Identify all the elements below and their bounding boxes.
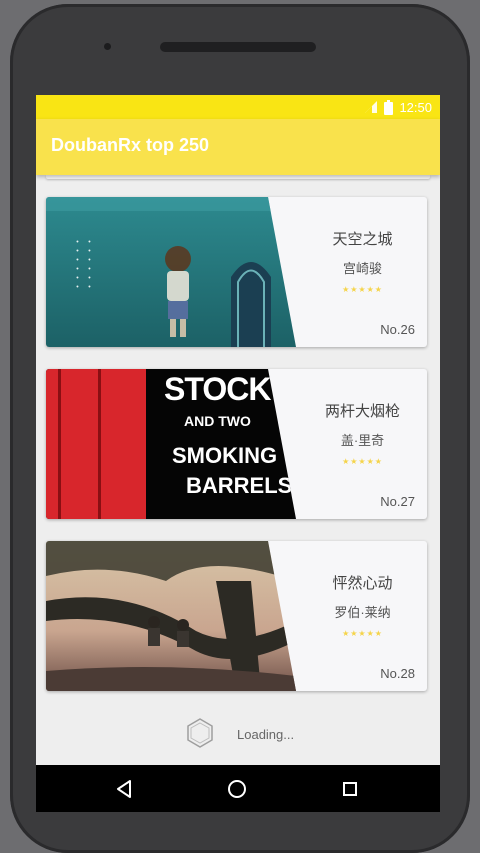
navigation-bar — [36, 765, 440, 812]
movie-poster-laputa: ・・・・・・ ・・・・・・ — [46, 197, 296, 347]
wifi-icon — [365, 101, 378, 113]
app-title: DoubanRx top 250 — [51, 135, 210, 155]
movie-info: 怦然心动 罗伯·莱纳 ★★★★★ No.28 — [298, 541, 427, 691]
movie-director: 盖·里奇 — [340, 433, 385, 448]
movie-rank: No.27 — [380, 494, 415, 509]
app-bar: DoubanRx top 250 — [36, 119, 440, 175]
movie-rank: No.28 — [380, 666, 415, 681]
front-camera — [104, 43, 111, 50]
loading-text: Loading... — [237, 727, 295, 742]
status-bar: 12:50 — [36, 95, 440, 119]
app-screen: 12:50 DoubanRx top 250 ・・・・・・ ・・・・・・ 天空之… — [36, 95, 440, 812]
battery-icon — [384, 99, 394, 115]
poster-text-1: STOCK — [164, 371, 271, 407]
previous-card-edge — [46, 175, 430, 179]
movie-info: 两杆大烟枪 盖·里奇 ★★★★★ No.27 — [298, 369, 427, 519]
loading-spinner-icon — [187, 718, 213, 748]
movie-card-28[interactable]: 怦然心动 罗伯·莱纳 ★★★★★ No.28 — [46, 541, 427, 691]
movie-rank: No.26 — [380, 322, 415, 337]
movie-director: 宫崎骏 — [342, 261, 382, 276]
phone-frame: 12:50 DoubanRx top 250 ・・・・・・ ・・・・・・ 天空之… — [10, 4, 470, 853]
movie-title: 两杆大烟枪 — [324, 403, 400, 420]
poster-stripe — [98, 369, 101, 519]
svg-text:・・・・・・: ・・・・・・ — [71, 237, 81, 291]
movie-poster-lock-stock: STOCK AND TWO SMOKING BARRELS — [46, 369, 296, 519]
svg-text:・・・・・・: ・・・・・・ — [83, 237, 93, 291]
poster-red-panel — [46, 369, 146, 519]
movie-card-26[interactable]: ・・・・・・ ・・・・・・ 天空之城 宫崎骏 ★★★★★ No.26 — [46, 197, 427, 347]
movie-director: 罗伯·莱纳 — [334, 605, 391, 620]
status-time: 12:50 — [399, 99, 432, 115]
rating-stars: ★★★★★ — [342, 629, 383, 638]
movie-list[interactable]: ・・・・・・ ・・・・・・ 天空之城 宫崎骏 ★★★★★ No.26 STOCK… — [36, 175, 440, 765]
poster-stripe — [58, 369, 61, 519]
movie-title: 怦然心动 — [332, 575, 393, 592]
poster-text-2: AND TWO — [184, 413, 251, 429]
movie-title: 天空之城 — [332, 231, 393, 248]
movie-poster-flipped — [46, 541, 296, 691]
rating-stars: ★★★★★ — [342, 285, 383, 294]
earpiece-speaker — [160, 42, 316, 52]
back-icon[interactable] — [110, 775, 138, 803]
recents-icon[interactable] — [336, 775, 364, 803]
movie-card-27[interactable]: STOCK AND TWO SMOKING BARRELS 两杆大烟枪 盖·里奇… — [46, 369, 427, 519]
status-icons: 12:50 — [364, 98, 432, 116]
movie-info: 天空之城 宫崎骏 ★★★★★ No.26 — [298, 197, 427, 347]
loading-footer: Loading... — [36, 703, 440, 763]
poster-text-3: SMOKING — [172, 443, 278, 468]
poster-text-4: BARRELS — [186, 473, 293, 498]
rating-stars: ★★★★★ — [342, 457, 383, 466]
home-icon[interactable] — [223, 775, 251, 803]
